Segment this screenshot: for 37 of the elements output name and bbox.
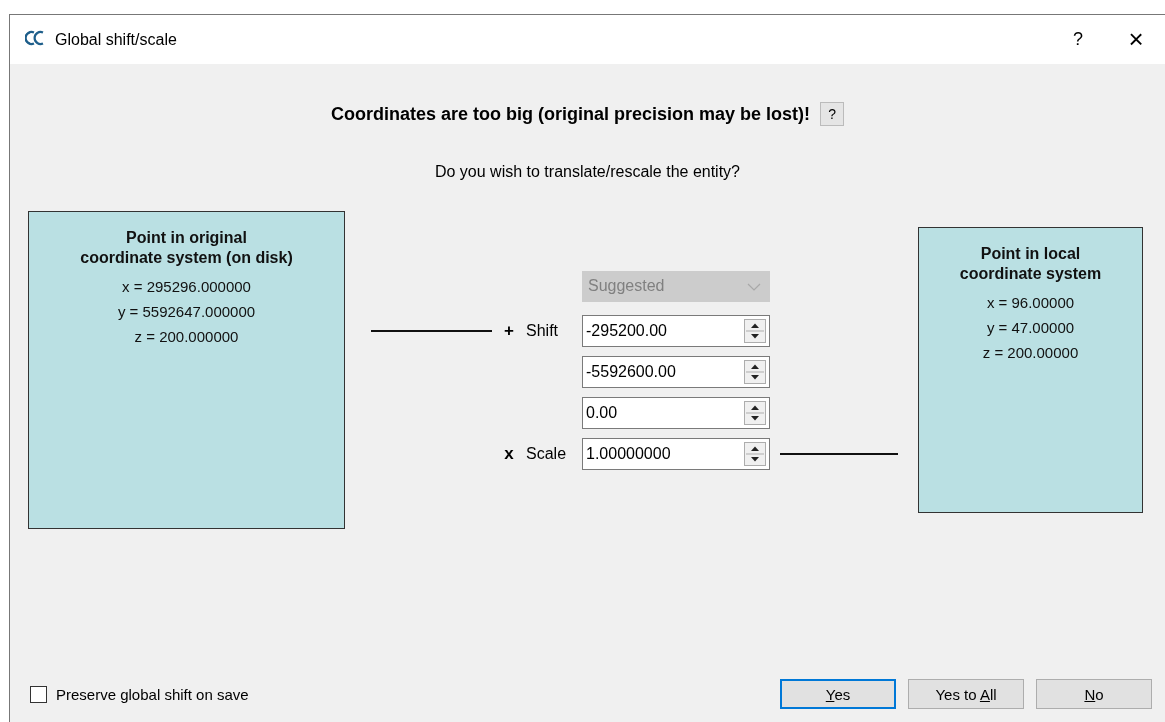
coordinate-value: x = 96.00000 [986, 294, 1075, 311]
dialog-button[interactable]: No [1036, 679, 1152, 709]
coordinate-value: y = 47.00000 [986, 319, 1075, 336]
question-text: Do you wish to translate/rescale the entity? [433, 163, 741, 181]
shift-label: Shift [526, 321, 559, 340]
coordinate-value: z = 200.00000 [982, 344, 1079, 361]
plus-sign: + [503, 320, 515, 341]
coordinate-value: y = 5592647.000000 [117, 303, 256, 320]
close-button[interactable]: × [1113, 24, 1159, 55]
spin-box-field[interactable]: 1.00000000 [582, 437, 770, 470]
spin-arrows-icon[interactable] [744, 400, 766, 425]
coordinate-value: x = 295296.000000 [122, 278, 251, 295]
field-value: 0.00 [586, 403, 619, 422]
dialog-button[interactable]: Yes [780, 679, 896, 709]
spin-arrows-icon[interactable] [744, 318, 766, 343]
checkbox[interactable] [30, 685, 47, 703]
field-value: -295200.00 [586, 321, 668, 340]
field-value: -5592600.00 [586, 362, 677, 381]
coordinate-value: z = 200.000000 [134, 328, 239, 345]
field-value: 1.00000000 [586, 444, 672, 463]
help-button[interactable]: ? [820, 102, 845, 126]
panel-title: Point in original coordinate system (on disk) [80, 228, 293, 268]
panel-title: Point in local coordinate system [959, 244, 1102, 284]
spin-box-field[interactable]: -295200.00 [582, 314, 770, 347]
spin-box-field[interactable]: -5592600.00 [582, 355, 770, 388]
spin-arrows-icon[interactable] [744, 441, 766, 466]
window-title: Global shift/scale [55, 30, 178, 49]
spin-arrows-icon[interactable] [744, 359, 766, 384]
warning-heading: Coordinates are too big (original precision may be lost)! [330, 103, 811, 125]
chevron-down-icon [747, 283, 761, 291]
checkbox-label: Preserve global shift on save [56, 685, 250, 703]
scale-label: Scale [526, 444, 568, 463]
spin-box-field[interactable]: 0.00 [582, 396, 770, 429]
dropdown-value: Suggested [588, 277, 665, 295]
help-button[interactable]: ? [1055, 29, 1101, 50]
dialog-button[interactable]: Yes to All [908, 679, 1024, 709]
multiply-sign: x [503, 443, 515, 464]
